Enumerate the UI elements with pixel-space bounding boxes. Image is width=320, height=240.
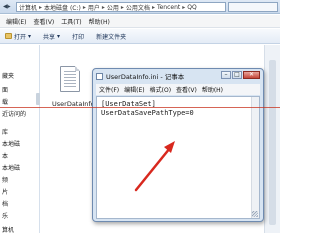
annotation-arrow-icon (134, 141, 175, 192)
arrow-shaft (134, 146, 172, 192)
arrow-head (164, 141, 175, 153)
